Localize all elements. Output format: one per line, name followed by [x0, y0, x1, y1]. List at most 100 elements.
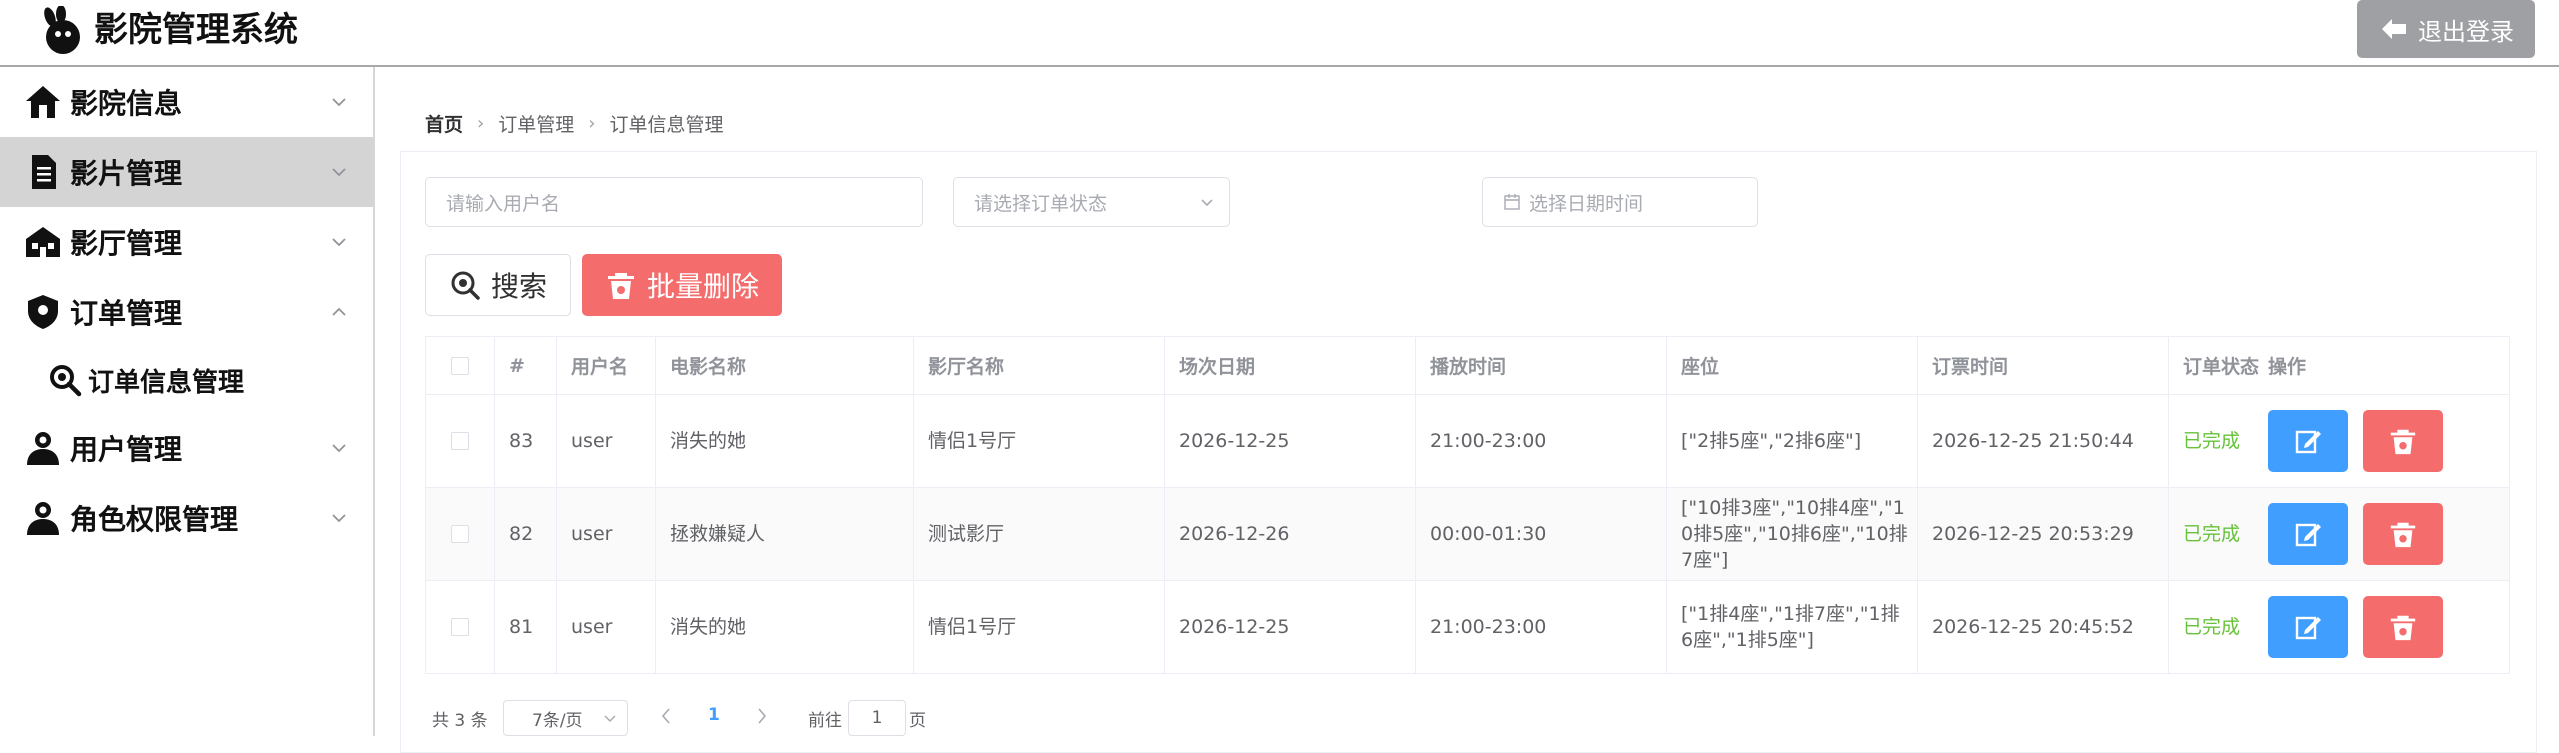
trash-icon — [2390, 429, 2416, 455]
cell-seats: ["2排5座","2排6座"] — [1667, 395, 1918, 487]
select-all-checkbox[interactable] — [451, 356, 469, 375]
sidebar-item-order-management[interactable]: 订单管理 — [0, 277, 373, 347]
chevron-down-icon — [332, 98, 346, 107]
cell-movie: 拯救嫌疑人 — [656, 488, 914, 580]
table-row: 83 user 消失的她 情侣1号厅 2026-12-25 21:00-23:0… — [426, 394, 2509, 487]
sidebar-subitem-label: 订单信息管理 — [88, 367, 245, 398]
trash-icon — [2390, 615, 2416, 641]
page-size-select[interactable]: 7条/页 — [503, 700, 628, 736]
cell-booked-time: 2026-12-25 20:45:52 — [1918, 581, 2169, 673]
edit-icon — [2295, 616, 2321, 640]
search-button-label: 搜索 — [490, 270, 547, 303]
goto-page-input[interactable]: 1 — [848, 700, 906, 736]
delete-button[interactable] — [2363, 410, 2443, 472]
delete-button[interactable] — [2363, 503, 2443, 565]
search-button[interactable]: 搜索 — [425, 254, 571, 316]
app-title: 影院管理系统 — [94, 10, 298, 50]
row-select-cell — [426, 488, 495, 580]
cell-time: 21:00-23:00 — [1416, 581, 1667, 673]
column-header-booked-time: 订票时间 — [1918, 337, 2169, 394]
edit-button[interactable] — [2268, 503, 2348, 565]
orders-table: # 用户名 电影名称 影厅名称 场次日期 播放时间 座位 订票时间 订单状态 操… — [425, 336, 2510, 674]
sidebar-subitem-order-info[interactable]: 订单信息管理 — [0, 347, 373, 413]
edit-button[interactable] — [2268, 596, 2348, 658]
chevron-down-icon — [332, 444, 346, 453]
chevron-left-icon[interactable] — [658, 706, 674, 726]
username-search-input[interactable]: 请输入用户名 — [425, 177, 923, 227]
cell-seats: ["10排3座","10排4座","10排5座","10排6座","10排7座"… — [1667, 488, 1918, 580]
delete-button[interactable] — [2363, 596, 2443, 658]
building-icon — [26, 227, 60, 257]
row-select-cell — [426, 581, 495, 673]
column-header-movie: 电影名称 — [656, 337, 914, 394]
column-header-date: 场次日期 — [1165, 337, 1416, 394]
breadcrumb-home[interactable]: 首页 — [425, 110, 463, 137]
row-checkbox[interactable] — [451, 525, 469, 543]
edit-icon — [2295, 523, 2321, 547]
logout-arrow-icon — [2382, 19, 2406, 39]
page-size-value: 7条/页 — [532, 710, 583, 731]
calendar-icon — [1504, 194, 1520, 210]
edit-button[interactable] — [2268, 410, 2348, 472]
column-header-seats: 座位 — [1667, 337, 1918, 394]
sidebar-item-user-management[interactable]: 用户管理 — [0, 413, 373, 483]
breadcrumb-separator: › — [588, 113, 596, 134]
select-all-cell — [426, 337, 495, 394]
sidebar-item-label: 影厅管理 — [70, 227, 183, 260]
status-badge: 已完成 — [2183, 430, 2241, 452]
chevron-down-icon — [332, 514, 346, 523]
logout-button[interactable]: 退出登录 — [2357, 0, 2535, 58]
cell-hall: 情侣1号厅 — [914, 581, 1165, 673]
cell-date: 2026-12-26 — [1165, 488, 1416, 580]
cell-username: user — [557, 488, 656, 580]
chevron-right-icon[interactable] — [754, 706, 770, 726]
page-number-current[interactable]: 1 — [708, 705, 720, 725]
goto-suffix: 页 — [909, 711, 926, 731]
row-checkbox[interactable] — [451, 618, 469, 636]
breadcrumb-order-management: 订单管理 — [498, 114, 575, 136]
sidebar-item-cinema-info[interactable]: 影院信息 — [0, 67, 373, 137]
document-icon — [32, 155, 56, 189]
column-header-actions: 操作 — [2268, 356, 2307, 378]
goto-prefix: 前往 — [808, 711, 842, 731]
cell-hall: 测试影厅 — [914, 488, 1165, 580]
date-time-picker[interactable]: 选择日期时间 — [1482, 177, 1758, 227]
chevron-down-icon — [332, 238, 346, 247]
cell-booked-time: 2026-12-25 20:53:29 — [1918, 488, 2169, 580]
cell-movie: 消失的她 — [656, 581, 914, 673]
chevron-down-icon — [604, 715, 616, 723]
column-header-status: 订单状态 — [2183, 356, 2260, 378]
date-placeholder: 选择日期时间 — [1529, 192, 1644, 215]
cell-booked-time: 2026-12-25 21:50:44 — [1918, 395, 2169, 487]
sidebar-item-hall-management[interactable]: 影厅管理 — [0, 207, 373, 277]
order-status-select[interactable]: 请选择订单状态 — [953, 177, 1230, 227]
sidebar-item-label: 订单管理 — [70, 297, 183, 330]
shield-icon — [28, 295, 58, 329]
cell-username: user — [557, 395, 656, 487]
sidebar-item-label: 影院信息 — [70, 87, 183, 120]
sidebar: 影院信息 影片管理 影厅管理 订单管理 订单信息管理 用户管理 角色权限管理 — [0, 67, 375, 736]
sidebar-item-label: 影片管理 — [70, 157, 183, 190]
chevron-up-icon — [332, 307, 346, 316]
sidebar-item-role-permission[interactable]: 角色权限管理 — [0, 483, 373, 553]
column-header-time: 播放时间 — [1416, 337, 1667, 394]
trash-icon — [607, 273, 634, 299]
cell-time: 21:00-23:00 — [1416, 395, 1667, 487]
sidebar-item-label: 用户管理 — [70, 433, 183, 466]
user-icon — [27, 432, 59, 465]
edit-icon — [2295, 430, 2321, 454]
row-checkbox[interactable] — [451, 432, 469, 450]
cell-id: 81 — [495, 581, 557, 673]
bulk-delete-button[interactable]: 批量删除 — [582, 254, 782, 316]
cell-movie: 消失的她 — [656, 395, 914, 487]
top-header: 影院管理系统 退出登录 — [0, 0, 2559, 67]
sidebar-item-movie-management[interactable]: 影片管理 — [0, 137, 373, 207]
status-badge: 已完成 — [2183, 523, 2241, 545]
table-row: 82 user 拯救嫌疑人 测试影厅 2026-12-26 00:00-01:3… — [426, 487, 2509, 580]
cell-id: 83 — [495, 395, 557, 487]
chevron-down-icon — [332, 168, 346, 177]
status-badge: 已完成 — [2183, 616, 2241, 638]
cell-date: 2026-12-25 — [1165, 581, 1416, 673]
row-select-cell — [426, 395, 495, 487]
user-icon — [27, 502, 59, 535]
